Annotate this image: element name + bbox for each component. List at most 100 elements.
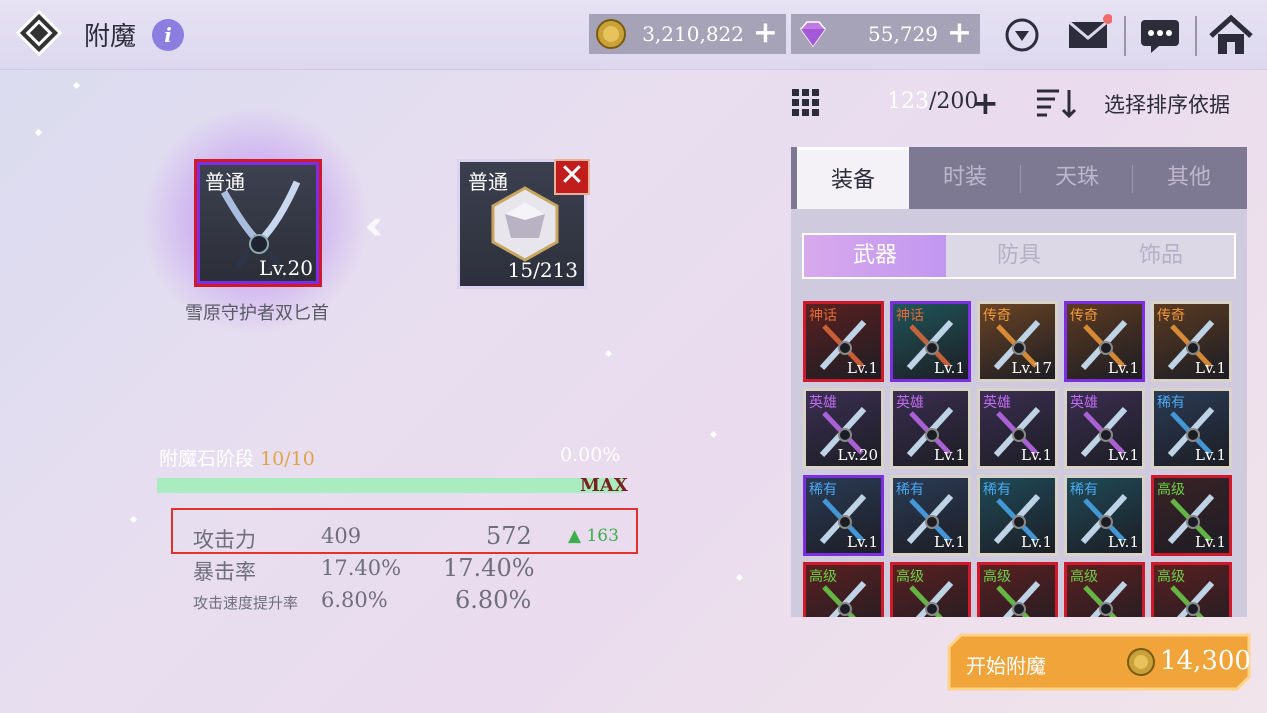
inventory-item[interactable]: 高级 bbox=[1064, 562, 1145, 617]
stat-name: 攻击速度提升率 bbox=[193, 594, 299, 612]
sort-label[interactable]: 选择排序依据 bbox=[1104, 89, 1230, 119]
item-grade: 传奇 bbox=[983, 308, 1011, 324]
item-level: Lv.1 bbox=[1108, 359, 1139, 377]
item-level: Lv.1 bbox=[1108, 446, 1139, 464]
inventory-total: /200 bbox=[929, 89, 979, 114]
inventory-count: 123/200 bbox=[887, 89, 978, 114]
inventory-item[interactable]: 高级 bbox=[977, 562, 1058, 617]
inventory-item[interactable]: 稀有 Lv.1 bbox=[977, 475, 1058, 556]
sparkle bbox=[129, 515, 138, 524]
item-grade: 高级 bbox=[1070, 569, 1098, 585]
tab-equipment[interactable]: 装备 bbox=[797, 147, 909, 209]
sort-icon[interactable] bbox=[1035, 86, 1079, 120]
sparkle bbox=[604, 349, 613, 358]
stage-value: 10/10 bbox=[260, 448, 315, 470]
target-grade: 普通 bbox=[205, 170, 245, 194]
stage-label-text: 附魔石阶段 bbox=[159, 448, 255, 470]
stat-name: 攻击力 bbox=[193, 528, 256, 552]
target-name: 雪原守护者双匕首 bbox=[185, 303, 329, 324]
info-icon[interactable]: i bbox=[152, 19, 184, 51]
inventory-item[interactable]: 稀有 Lv.1 bbox=[1064, 475, 1145, 556]
tab-costume[interactable]: 时装 bbox=[909, 147, 1021, 209]
item-grade: 英雄 bbox=[809, 395, 837, 411]
item-level: Lv.1 bbox=[1195, 359, 1226, 377]
item-level: Lv.1 bbox=[1195, 446, 1226, 464]
inventory-item[interactable]: 英雄 Lv.1 bbox=[1064, 388, 1145, 469]
tab-sky-bead[interactable]: 天珠 bbox=[1021, 147, 1133, 209]
gem-amount: 55,729 bbox=[868, 22, 938, 46]
item-level: Lv.1 bbox=[1021, 446, 1052, 464]
inventory-item[interactable]: 稀有 Lv.1 bbox=[803, 475, 884, 556]
inventory-item[interactable]: 传奇 Lv.1 bbox=[1151, 301, 1232, 382]
grid-view-icon[interactable] bbox=[791, 88, 821, 118]
inventory-item[interactable]: 高级 bbox=[890, 562, 971, 617]
inventory-item[interactable]: 神话 Lv.1 bbox=[803, 301, 884, 382]
stage-label: 附魔石阶段 10/10 bbox=[159, 444, 315, 471]
item-grade: 传奇 bbox=[1157, 308, 1185, 324]
item-grade: 高级 bbox=[1157, 569, 1185, 585]
stat-after: 6.80% bbox=[455, 586, 532, 614]
gold-coin-icon bbox=[596, 19, 626, 49]
item-grade: 稀有 bbox=[983, 482, 1011, 498]
item-grade: 高级 bbox=[983, 569, 1011, 585]
subtab-armor[interactable]: 防具 bbox=[948, 235, 1090, 277]
inventory-item[interactable]: 高级 Lv.1 bbox=[1151, 475, 1232, 556]
sparkle bbox=[34, 128, 43, 137]
diamond-icon bbox=[800, 21, 826, 48]
inventory-item[interactable]: 高级 bbox=[1151, 562, 1232, 617]
max-label: MAX bbox=[580, 475, 628, 496]
divider bbox=[1195, 16, 1197, 56]
inventory-item[interactable]: 稀有 Lv.1 bbox=[1151, 388, 1232, 469]
sparkle bbox=[735, 573, 744, 582]
item-level: Lv.20 bbox=[837, 446, 878, 464]
back-icon[interactable] bbox=[14, 8, 64, 58]
gem-currency: 55,729 + bbox=[791, 14, 980, 54]
stage-progress-bar bbox=[157, 478, 623, 493]
inventory-item[interactable]: 英雄 Lv.20 bbox=[803, 388, 884, 469]
inventory-item[interactable]: 传奇 Lv.17 bbox=[977, 301, 1058, 382]
stat-after: 572 bbox=[486, 522, 532, 550]
material-count: 15/213 bbox=[507, 258, 578, 282]
item-level: Lv.17 bbox=[1011, 359, 1052, 377]
item-grade: 英雄 bbox=[1070, 395, 1098, 411]
sparkle bbox=[709, 430, 718, 439]
inventory-item[interactable]: 传奇 Lv.1 bbox=[1064, 301, 1145, 382]
dropdown-icon[interactable] bbox=[1004, 10, 1044, 58]
chat-icon[interactable] bbox=[1139, 10, 1183, 58]
inventory-item[interactable]: 神话 Lv.1 bbox=[890, 301, 971, 382]
item-level: Lv.1 bbox=[1021, 533, 1052, 551]
inventory-panel: 装备 时装 天珠 其他 武器 防具 饰品 神话 Lv.1 神话 Lv.1 传奇 Lv.17… bbox=[791, 147, 1247, 617]
item-level: Lv.1 bbox=[847, 533, 878, 551]
inventory-item[interactable]: 稀有 Lv.1 bbox=[890, 475, 971, 556]
tab-other[interactable]: 其他 bbox=[1133, 147, 1245, 209]
arrow-left-icon: ‹‹‹ bbox=[364, 203, 384, 249]
item-grade: 神话 bbox=[896, 308, 924, 324]
add-gem-button[interactable]: + bbox=[947, 17, 972, 49]
subtab-accessory[interactable]: 饰品 bbox=[1090, 235, 1232, 277]
stage-percent: 0.00% bbox=[560, 444, 621, 466]
start-enchant-cost: 14,300 bbox=[1160, 646, 1251, 676]
item-grid: 神话 Lv.1 神话 Lv.1 传奇 Lv.17 传奇 Lv.1 传奇 Lv.1 英雄 Lv.20 英雄… bbox=[803, 301, 1235, 617]
category-tabs: 装备 时装 天珠 其他 bbox=[791, 147, 1247, 209]
mail-icon[interactable] bbox=[1066, 10, 1112, 58]
inventory-item[interactable]: 英雄 Lv.1 bbox=[977, 388, 1058, 469]
item-level: Lv.1 bbox=[934, 359, 965, 377]
gold-amount: 3,210,822 bbox=[642, 22, 744, 46]
add-gold-button[interactable]: + bbox=[753, 17, 778, 49]
item-level: Lv.1 bbox=[847, 359, 878, 377]
item-grade: 传奇 bbox=[1070, 308, 1098, 324]
item-grade: 稀有 bbox=[1157, 395, 1185, 411]
material-grade: 普通 bbox=[468, 170, 508, 194]
item-level: Lv.1 bbox=[934, 446, 965, 464]
home-icon[interactable] bbox=[1208, 10, 1254, 58]
subtab-weapon[interactable]: 武器 bbox=[804, 235, 946, 277]
target-equipment-slot[interactable]: 普通 Lv.20 bbox=[194, 159, 322, 287]
expand-inventory-button[interactable]: + bbox=[972, 84, 999, 122]
item-level: Lv.1 bbox=[1195, 533, 1226, 551]
divider bbox=[1124, 16, 1126, 56]
remove-material-button[interactable]: ✕ bbox=[554, 159, 590, 195]
inventory-item[interactable]: 英雄 Lv.1 bbox=[890, 388, 971, 469]
item-grade: 稀有 bbox=[896, 482, 924, 498]
inventory-item[interactable]: 高级 bbox=[803, 562, 884, 617]
subcategory-tabs: 武器 防具 饰品 bbox=[802, 233, 1236, 279]
